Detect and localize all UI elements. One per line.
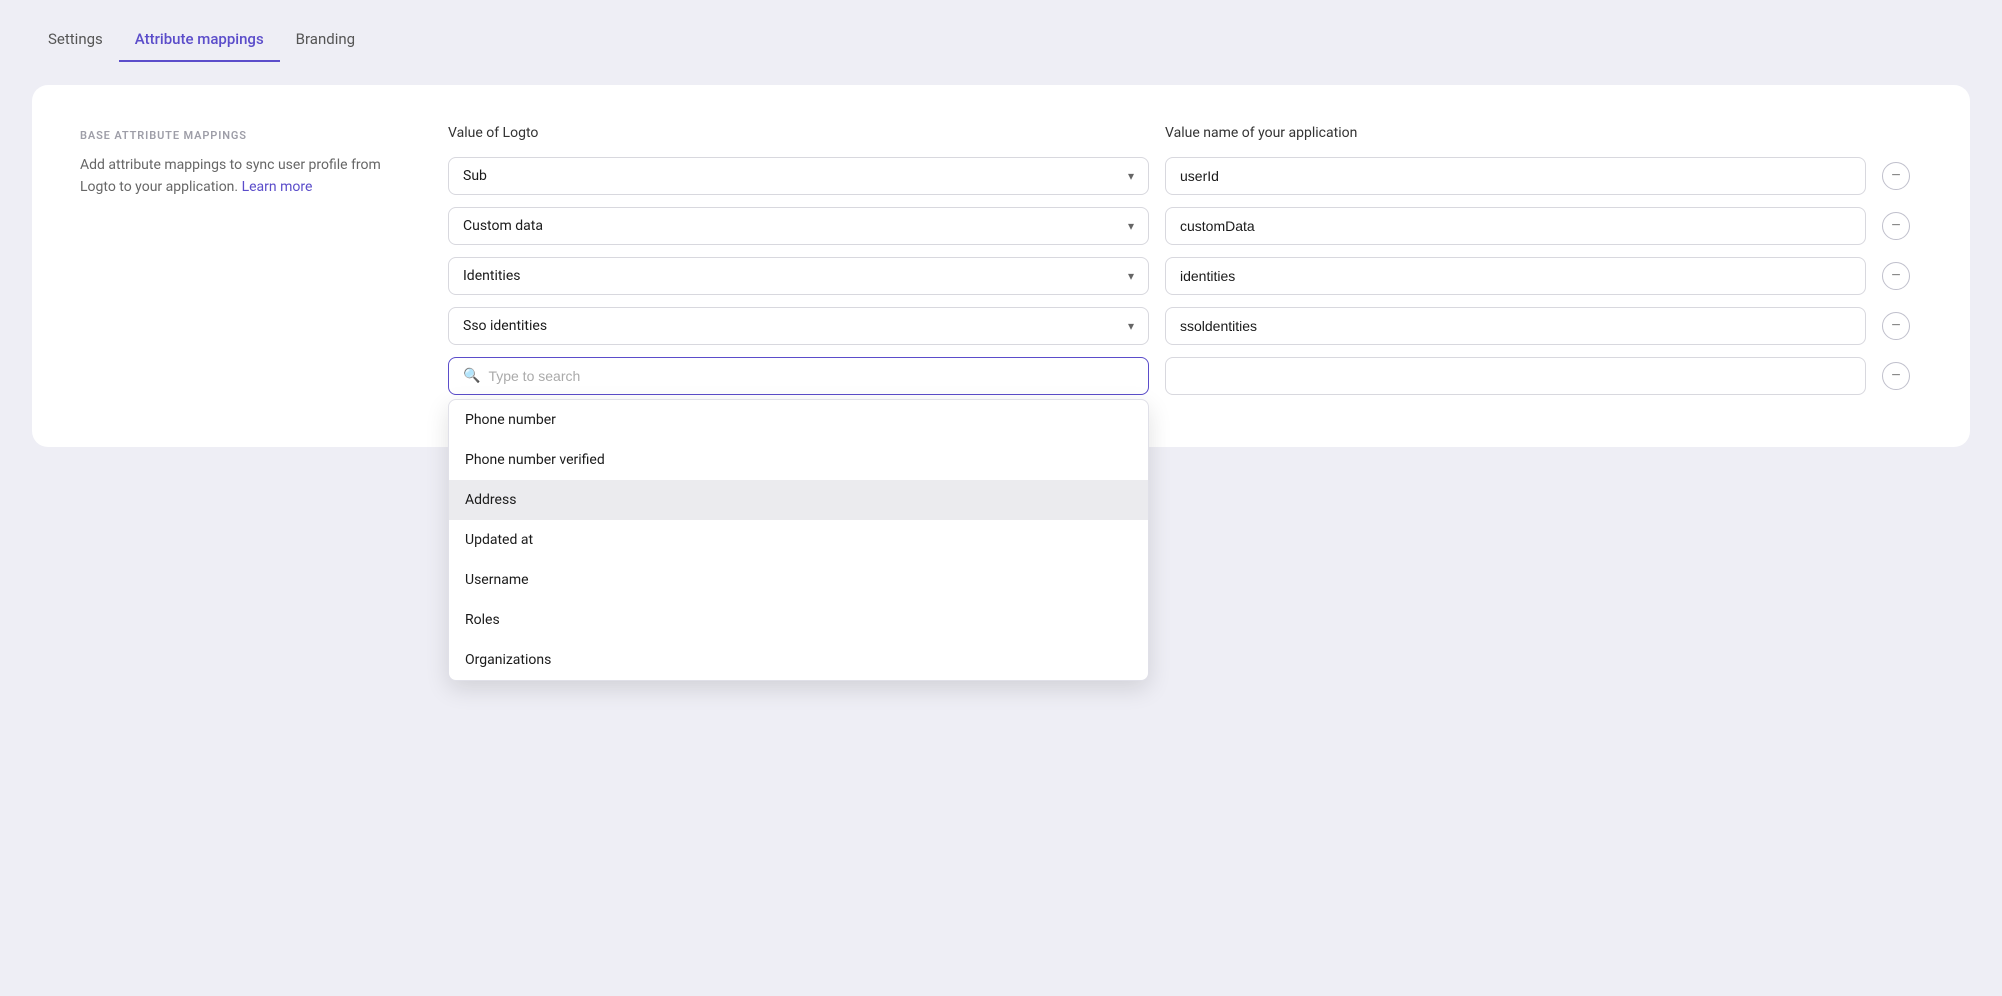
chevron-down-icon: ▾ [1128, 269, 1134, 283]
tab-attribute-mappings[interactable]: Attribute mappings [119, 18, 280, 62]
text-field-identities[interactable] [1165, 257, 1866, 295]
remove-button-2[interactable]: − [1882, 212, 1910, 240]
mapping-row: Identities ▾ − [448, 257, 1922, 295]
dropdown-item-phone-number[interactable]: Phone number [449, 400, 1148, 440]
section-title: BASE ATTRIBUTE MAPPINGS [80, 129, 400, 142]
main-card: BASE ATTRIBUTE MAPPINGS Add attribute ma… [32, 85, 1970, 447]
chevron-down-icon: ▾ [1128, 319, 1134, 333]
dropdown-item-address[interactable]: Address [449, 480, 1148, 520]
select-custom-data-value: Custom data [463, 218, 543, 234]
section-description: Add attribute mappings to sync user prof… [80, 154, 400, 199]
text-field-ssoidentities[interactable] [1165, 307, 1866, 345]
text-field-userid[interactable] [1165, 157, 1866, 195]
right-section: Value of Logto Value name of your applic… [448, 125, 1922, 407]
text-field-new[interactable] [1165, 357, 1866, 395]
dropdown-list: Phone number Phone number verified Addre… [448, 399, 1149, 681]
dropdown-item-username[interactable]: Username [449, 560, 1148, 600]
remove-button-1[interactable]: − [1882, 162, 1910, 190]
page-container: Settings Attribute mappings Branding BAS… [0, 0, 2002, 447]
select-sso-value: Sso identities [463, 318, 547, 334]
tabs-bar: Settings Attribute mappings Branding [0, 0, 2002, 61]
dropdown-scrollable: Phone number Phone number verified Addre… [449, 400, 1148, 680]
mapping-row: Custom data ▾ − [448, 207, 1922, 245]
description-text: Add attribute mappings to sync user prof… [80, 157, 381, 195]
remove-button-new[interactable]: − [1882, 362, 1910, 390]
mapping-row: Sso identities ▾ − [448, 307, 1922, 345]
search-field-wrapper: 🔍 [448, 357, 1149, 395]
select-sub-value: Sub [463, 168, 487, 184]
column-headers: Value of Logto Value name of your applic… [448, 125, 1922, 141]
search-input[interactable] [488, 368, 1134, 384]
chevron-down-icon: ▾ [1128, 219, 1134, 233]
card-layout: BASE ATTRIBUTE MAPPINGS Add attribute ma… [80, 125, 1922, 407]
select-sso-identities[interactable]: Sso identities ▾ [448, 307, 1149, 345]
column-header-right: Value name of your application [1165, 125, 1866, 141]
select-identities-value: Identities [463, 268, 520, 284]
tab-branding[interactable]: Branding [280, 18, 371, 62]
column-header-left: Value of Logto [448, 125, 1149, 141]
dropdown-item-phone-number-verified[interactable]: Phone number verified [449, 440, 1148, 480]
chevron-down-icon: ▾ [1128, 169, 1134, 183]
learn-more-link[interactable]: Learn more [242, 179, 313, 195]
dropdown-item-organizations[interactable]: Organizations [449, 640, 1148, 680]
text-field-customdata[interactable] [1165, 207, 1866, 245]
dropdown-item-roles[interactable]: Roles [449, 600, 1148, 640]
search-icon: 🔍 [463, 368, 480, 384]
remove-button-3[interactable]: − [1882, 262, 1910, 290]
mapping-row: Sub ▾ − [448, 157, 1922, 195]
select-identities[interactable]: Identities ▾ [448, 257, 1149, 295]
new-mapping-row: 🔍 Phone number Phone number verified Add… [448, 357, 1922, 395]
remove-button-4[interactable]: − [1882, 312, 1910, 340]
dropdown-container: 🔍 Phone number Phone number verified Add… [448, 357, 1149, 395]
tab-settings[interactable]: Settings [32, 18, 119, 62]
select-sub[interactable]: Sub ▾ [448, 157, 1149, 195]
dropdown-item-updated-at[interactable]: Updated at [449, 520, 1148, 560]
left-section: BASE ATTRIBUTE MAPPINGS Add attribute ma… [80, 125, 400, 407]
select-custom-data[interactable]: Custom data ▾ [448, 207, 1149, 245]
